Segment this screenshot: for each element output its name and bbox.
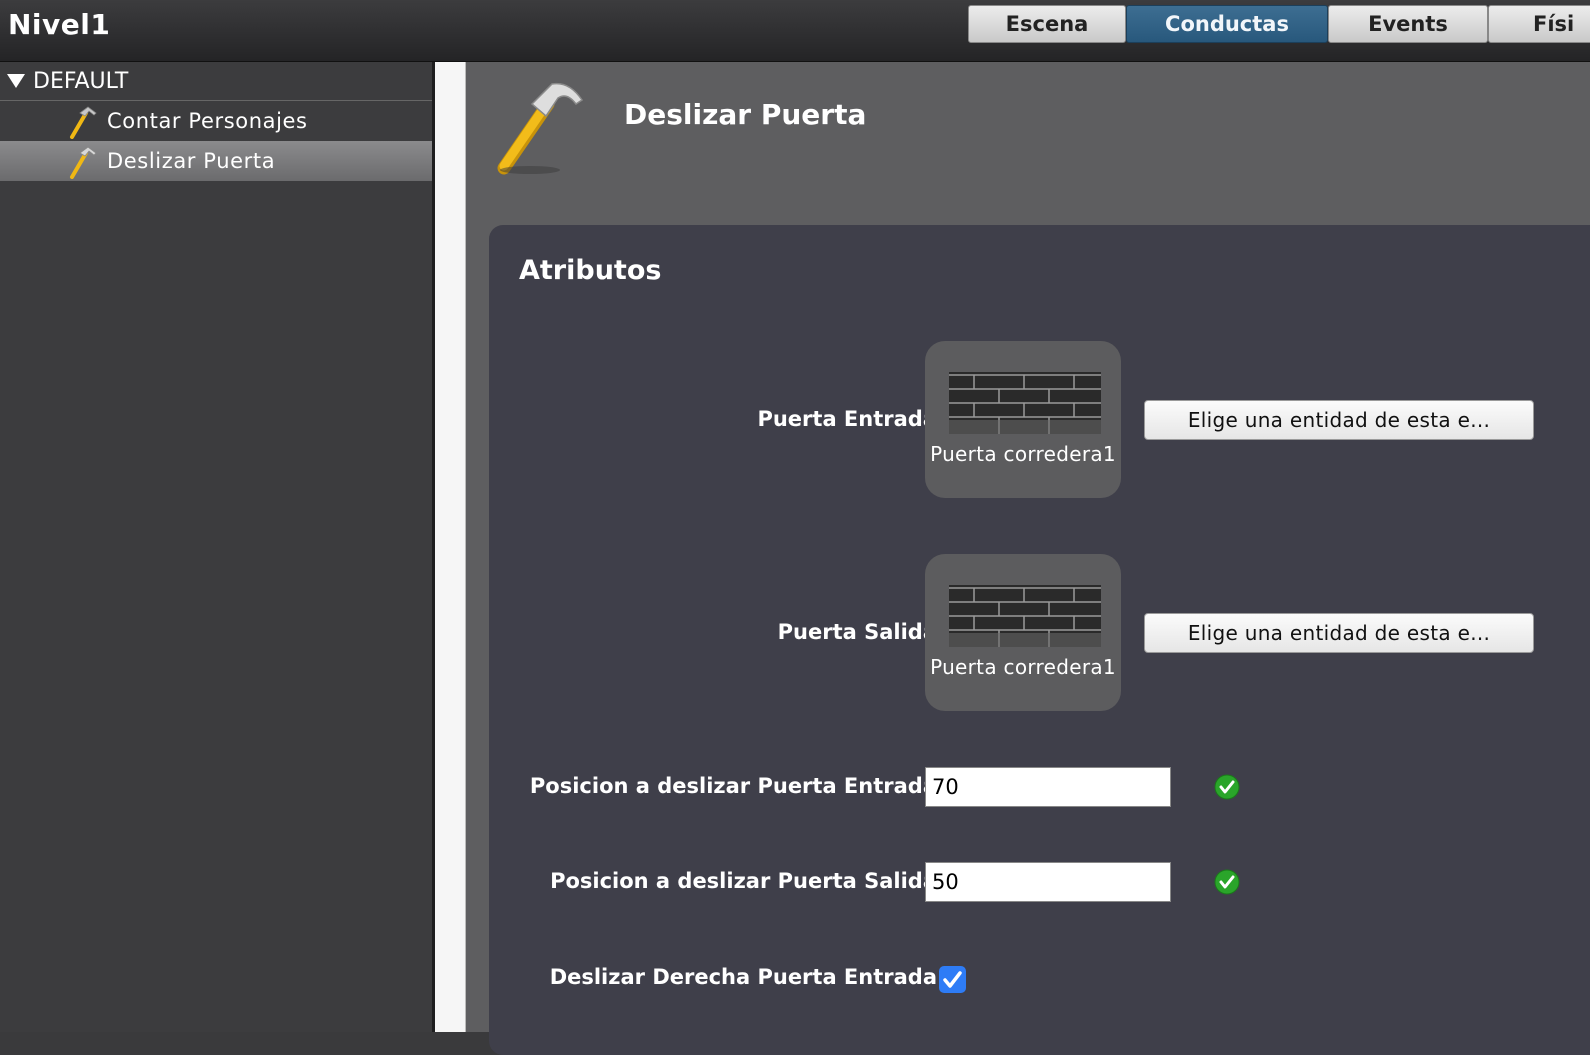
group-default[interactable]: DEFAULT — [0, 62, 432, 101]
title-bar: Nivel1 Escena Conductas Events Físi — [0, 0, 1590, 62]
brick-wall-icon — [949, 585, 1101, 647]
hammer-icon — [497, 82, 584, 175]
deslizar-derecha-checkbox[interactable] — [939, 966, 966, 993]
attr-label-deslizar-derecha: Deslizar Derecha Puerta Entrada — [549, 965, 937, 989]
behavior-editor: Deslizar Puerta Atributos Puerta Entrada… — [466, 62, 1590, 1055]
choose-entity-button-salida[interactable]: Elige una entidad de esta e... — [1144, 613, 1534, 653]
posicion-salida-input[interactable] — [925, 862, 1171, 902]
group-label: DEFAULT — [33, 68, 129, 94]
attr-label-puerta-entrada: Puerta Entrada — [757, 407, 937, 431]
valid-check-icon — [1214, 774, 1240, 800]
sidebar-item-label: Deslizar Puerta — [107, 149, 276, 173]
brick-wall-icon — [949, 372, 1101, 434]
tab-escena[interactable]: Escena — [968, 5, 1126, 43]
hammer-icon — [70, 106, 97, 139]
sidebar-item-contar-personajes[interactable]: Contar Personajes — [0, 101, 432, 141]
tab-fisica[interactable]: Físi — [1488, 5, 1590, 43]
valid-check-icon — [1214, 869, 1240, 895]
sidebar-item-label: Contar Personajes — [107, 109, 308, 133]
hammer-icon — [70, 146, 97, 179]
posicion-entrada-input[interactable] — [925, 767, 1171, 807]
attr-label-posicion-entrada: Posicion a deslizar Puerta Entrada — [529, 774, 937, 798]
checkmark-icon — [943, 971, 962, 988]
sidebar-item-deslizar-puerta[interactable]: Deslizar Puerta — [0, 141, 432, 181]
entity-name: Puerta corredera1 — [930, 442, 1116, 466]
page-title: Deslizar Puerta — [624, 98, 867, 131]
tab-conductas[interactable]: Conductas — [1126, 5, 1328, 43]
entity-name: Puerta corredera1 — [930, 655, 1116, 679]
attributes-panel: Atributos Puerta Entrada Puerta correder… — [489, 225, 1590, 1055]
tab-events[interactable]: Events — [1328, 5, 1488, 43]
entity-preview-puerta-entrada[interactable]: Puerta corredera1 — [925, 341, 1121, 498]
entity-preview-puerta-salida[interactable]: Puerta corredera1 — [925, 554, 1121, 711]
panel-title: Atributos — [519, 255, 662, 286]
scene-title: Nivel1 — [8, 8, 111, 41]
scrollbar-track[interactable] — [435, 62, 466, 1032]
attr-label-posicion-salida: Posicion a deslizar Puerta Salida — [550, 869, 937, 893]
disclosure-triangle-icon[interactable] — [7, 74, 25, 88]
choose-entity-button-entrada[interactable]: Elige una entidad de esta e... — [1144, 400, 1534, 440]
behavior-list: DEFAULT Contar Personajes Deslizar Puert… — [0, 62, 432, 1032]
attr-label-puerta-salida: Puerta Salida — [777, 620, 937, 644]
